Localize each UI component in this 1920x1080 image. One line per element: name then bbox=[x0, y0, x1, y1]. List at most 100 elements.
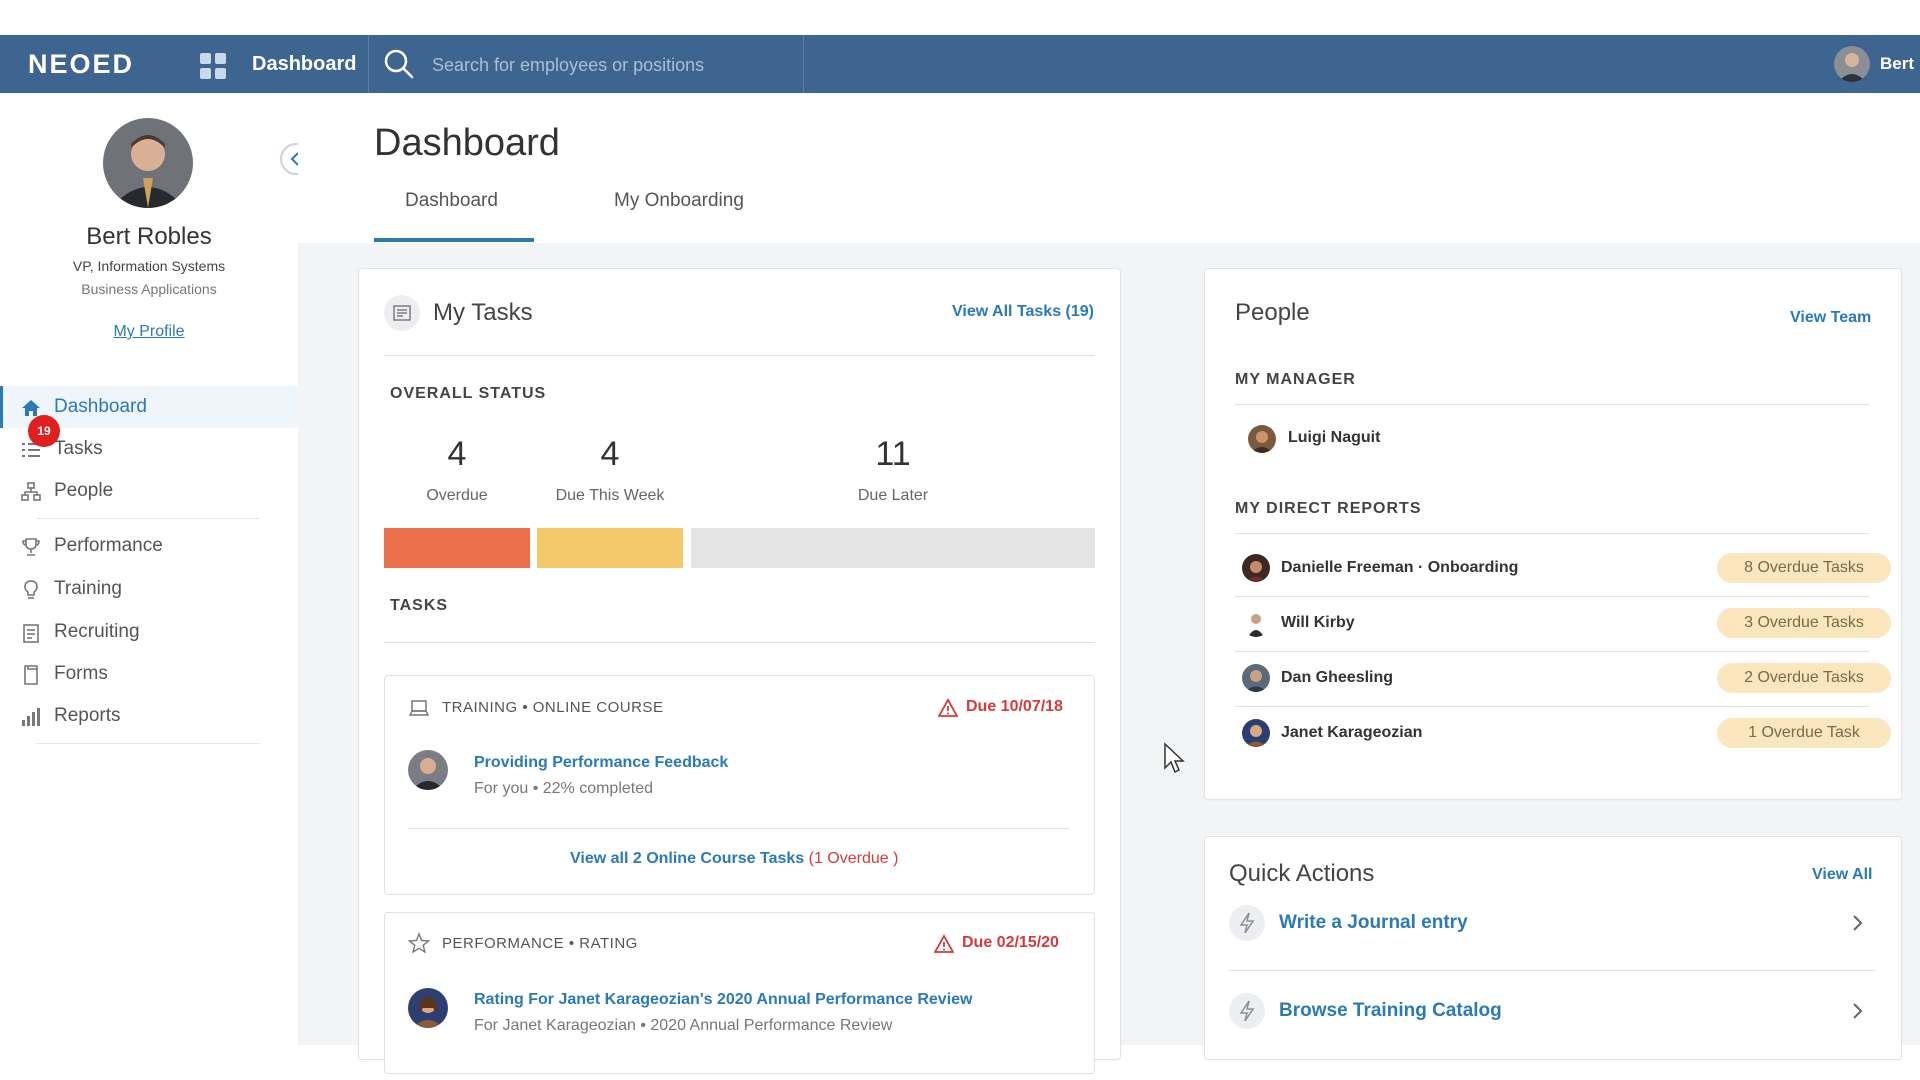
quick-action-label: Browse Training Catalog bbox=[1279, 1000, 1502, 1021]
laptop-icon bbox=[408, 700, 430, 716]
profile-avatar bbox=[103, 118, 193, 208]
sidebar-item-forms[interactable]: Forms bbox=[0, 653, 298, 695]
manager-avatar bbox=[1248, 425, 1276, 453]
my-manager-label: MY MANAGER bbox=[1235, 371, 1356, 388]
report-name: Dan Gheesling bbox=[1281, 669, 1394, 686]
sidebar-item-label: Performance bbox=[54, 535, 163, 556]
sidebar-item-reports[interactable]: Reports bbox=[0, 695, 298, 737]
report-avatar bbox=[1242, 554, 1270, 582]
view-all-tasks-link[interactable]: View All Tasks (19) bbox=[952, 303, 1094, 321]
overdue-tasks-pill[interactable]: 8 Overdue Tasks bbox=[1717, 553, 1891, 583]
divider bbox=[1229, 970, 1875, 971]
task-subtitle: For Janet Karageozian • 2020 Annual Perf… bbox=[474, 1017, 893, 1034]
task-due-date: Due 10/07/18 bbox=[966, 698, 1063, 715]
task-name-link[interactable]: Providing Performance Feedback bbox=[474, 754, 728, 772]
overdue-tasks-pill[interactable]: 3 Overdue Tasks bbox=[1717, 608, 1891, 638]
divider bbox=[1235, 404, 1869, 405]
divider bbox=[384, 642, 1095, 643]
active-tab-indicator bbox=[374, 238, 534, 242]
report-avatar bbox=[1242, 664, 1270, 692]
report-name: Will Kirby bbox=[1281, 614, 1355, 631]
lightbulb-icon bbox=[24, 580, 38, 599]
chevron-right-icon bbox=[1853, 915, 1863, 931]
overdue-tasks-pill[interactable]: 1 Overdue Task bbox=[1717, 718, 1891, 748]
direct-report-row[interactable]: Will Kirby 3 Overdue Tasks bbox=[1235, 596, 1891, 651]
my-tasks-title: My Tasks bbox=[433, 299, 533, 326]
lightning-icon bbox=[1229, 993, 1265, 1029]
overdue-count: 4 bbox=[447, 435, 467, 473]
bar-chart-icon bbox=[22, 708, 40, 726]
task-name-link[interactable]: Rating For Janet Karageozian's 2020 Annu… bbox=[474, 991, 972, 1009]
divider bbox=[408, 828, 1069, 829]
lightning-icon bbox=[1229, 905, 1265, 941]
profile-name: Bert Robles bbox=[86, 223, 212, 250]
view-team-link[interactable]: View Team bbox=[1790, 309, 1871, 327]
trophy-icon bbox=[22, 538, 40, 556]
user-avatar[interactable] bbox=[1834, 46, 1870, 82]
sidebar-item-recruiting[interactable]: Recruiting bbox=[0, 611, 298, 653]
due-this-week-bar[interactable] bbox=[537, 528, 683, 568]
sidebar-item-label: Recruiting bbox=[54, 621, 140, 642]
due-later-count: 11 bbox=[875, 435, 911, 473]
profile-title: VP, Information Systems bbox=[72, 258, 226, 274]
assignee-avatar bbox=[408, 750, 448, 790]
apps-grid-icon[interactable] bbox=[200, 53, 226, 79]
task-type: TRAINING • ONLINE COURSE bbox=[442, 699, 664, 716]
app-logo[interactable]: NEOED bbox=[28, 35, 134, 93]
sidebar-divider bbox=[36, 743, 260, 744]
direct-report-row[interactable]: Dan Gheesling 2 Overdue Tasks bbox=[1235, 651, 1891, 706]
sidebar-item-label: Forms bbox=[54, 663, 108, 684]
sidebar-item-performance[interactable]: Performance bbox=[0, 525, 298, 567]
task-due-date: Due 02/15/20 bbox=[962, 934, 1059, 951]
search-input[interactable] bbox=[430, 44, 794, 86]
sidebar-item-people[interactable]: People bbox=[0, 470, 298, 512]
sidebar-item-label: Tasks bbox=[54, 438, 103, 459]
tasks-icon bbox=[384, 295, 420, 331]
overdue-tasks-pill[interactable]: 2 Overdue Tasks bbox=[1717, 663, 1891, 693]
due-later-bar[interactable] bbox=[691, 528, 1095, 568]
direct-report-row[interactable]: Janet Karageozian 1 Overdue Task bbox=[1235, 706, 1891, 761]
tab-dashboard[interactable]: Dashboard bbox=[405, 190, 498, 240]
search-icon[interactable] bbox=[382, 47, 416, 81]
overdue-bar[interactable] bbox=[384, 528, 530, 568]
overall-status-label: OVERALL STATUS bbox=[390, 385, 547, 402]
page-title: Dashboard bbox=[374, 122, 560, 164]
view-all-course-tasks-link[interactable]: View all 2 Online Course Tasks (1 Overdu… bbox=[570, 850, 898, 868]
quick-actions-title: Quick Actions bbox=[1229, 860, 1375, 887]
top-bar: NEOED Dashboard Bert bbox=[0, 35, 1920, 93]
warning-icon bbox=[938, 698, 958, 717]
quick-action-label: Write a Journal entry bbox=[1279, 912, 1468, 933]
report-name: Janet Karageozian bbox=[1281, 724, 1423, 741]
quick-action-write-journal[interactable]: Write a Journal entry bbox=[1229, 893, 1875, 953]
sidebar-item-label: Dashboard bbox=[54, 396, 147, 417]
mouse-cursor-icon bbox=[1164, 742, 1185, 774]
direct-report-row[interactable]: Danielle Freeman · Onboarding 8 Overdue … bbox=[1235, 541, 1891, 596]
manager-name[interactable]: Luigi Naguit bbox=[1288, 429, 1380, 447]
report-name: Danielle Freeman · Onboarding bbox=[1281, 559, 1519, 576]
divider bbox=[1235, 533, 1869, 534]
view-all-course-tasks-label: View all 2 Online Course Tasks bbox=[570, 850, 805, 867]
report-avatar bbox=[1242, 609, 1270, 637]
due-this-week-label: Due This Week bbox=[555, 487, 665, 504]
chevron-right-icon bbox=[1853, 1003, 1863, 1019]
sidebar-item-training[interactable]: Training bbox=[0, 568, 298, 610]
warning-icon bbox=[934, 934, 954, 953]
quick-action-browse-training[interactable]: Browse Training Catalog bbox=[1229, 981, 1875, 1041]
report-avatar bbox=[1242, 719, 1270, 747]
sidebar-divider bbox=[36, 518, 260, 519]
divider bbox=[384, 355, 1095, 356]
top-divider bbox=[368, 35, 369, 93]
my-profile-link[interactable]: My Profile bbox=[0, 323, 298, 341]
assignee-avatar bbox=[408, 988, 448, 1028]
direct-reports-label: MY DIRECT REPORTS bbox=[1235, 500, 1422, 517]
task-subtitle: For you • 22% completed bbox=[474, 780, 654, 797]
tab-my-onboarding[interactable]: My Onboarding bbox=[614, 190, 744, 240]
view-all-quick-actions-link[interactable]: View All bbox=[1812, 866, 1872, 884]
tasks-count-badge: 19 bbox=[28, 415, 60, 447]
profile-department: Business Applications bbox=[81, 281, 217, 297]
due-this-week-count: 4 bbox=[600, 435, 620, 473]
top-nav-dashboard[interactable]: Dashboard bbox=[252, 35, 356, 93]
people-title: People bbox=[1235, 299, 1310, 326]
user-name[interactable]: Bert bbox=[1880, 35, 1914, 93]
page-header bbox=[298, 93, 1920, 243]
